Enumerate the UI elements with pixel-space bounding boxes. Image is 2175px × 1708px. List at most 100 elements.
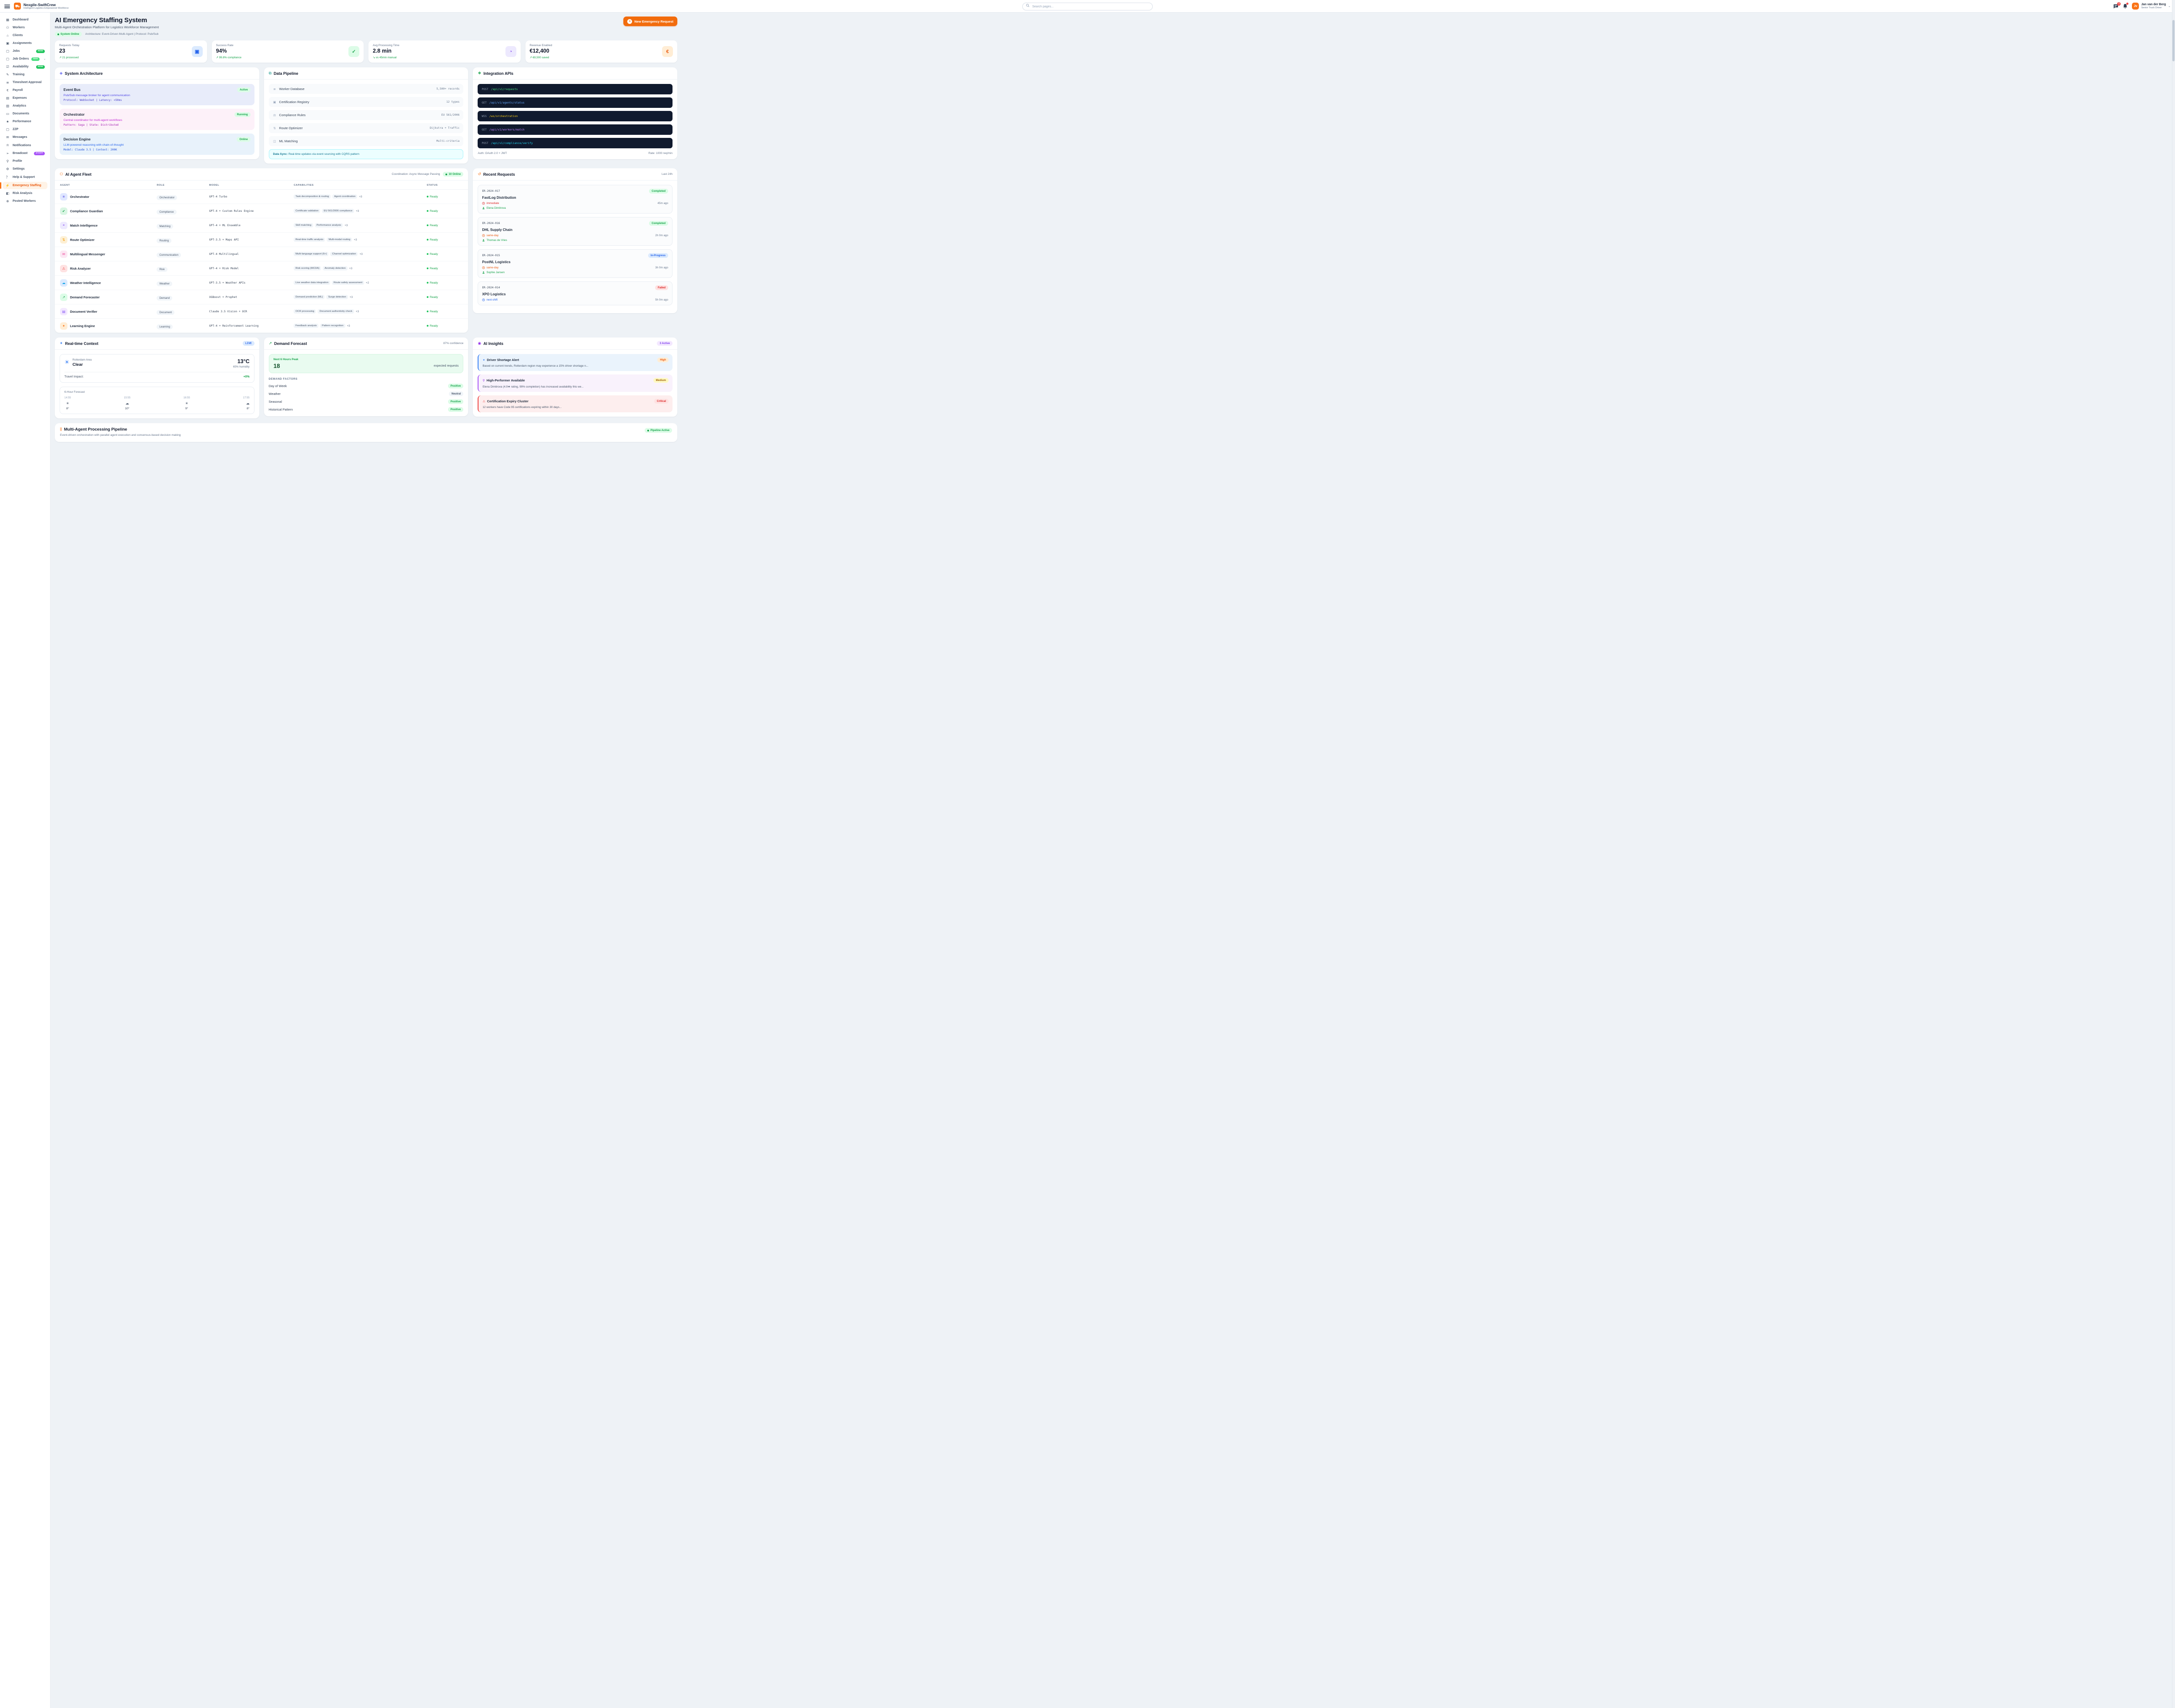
- sidebar-item[interactable]: ⚡ Emergency Staffing: [3, 182, 47, 189]
- insight-text: 12 workers have Code 95 certifications e…: [482, 406, 669, 409]
- sidebar-item[interactable]: ▣ Assignments: [3, 40, 47, 47]
- pipeline-icon: ⧉: [269, 71, 271, 76]
- agent-status: Ready: [427, 324, 463, 328]
- sidebar-item-label: Messages: [13, 136, 27, 139]
- request-id: ER-2024-017: [482, 190, 500, 193]
- insight-item[interactable]: ⚠ Certification Expiry Cluster Critical …: [478, 395, 673, 412]
- sidebar-item-label: Performance: [13, 120, 31, 123]
- agent-role-pill: Document: [157, 310, 174, 315]
- clock-icon: [482, 202, 485, 205]
- agent-row[interactable]: ▤ Document Verifier Document Claude 3.5 …: [55, 304, 468, 319]
- capability-chip: Performance analysis: [315, 223, 343, 227]
- capability-more: +2: [366, 281, 369, 284]
- agent-row[interactable]: ⇅ Route Optimizer Routing GPT-3.5 + Maps…: [55, 233, 468, 247]
- sidebar-item[interactable]: ✎ Training: [3, 71, 47, 78]
- insight-title: Certification Expiry Cluster: [487, 399, 529, 403]
- agent-model: GPT-4 Turbo: [209, 195, 294, 198]
- agent-row[interactable]: ✉ Multilingual Messenger Communication G…: [55, 247, 468, 261]
- user-menu[interactable]: Jv Jan van der Berg Senior Truck Driver …: [2132, 3, 2171, 10]
- peak-unit: expected requests: [434, 364, 458, 368]
- agent-row[interactable]: ✔ Compliance Guardian Compliance GPT-4 +…: [55, 204, 468, 218]
- agent-row[interactable]: ☁ Weather Intelligence Weather GPT-3.5 +…: [55, 276, 468, 290]
- sidebar-item[interactable]: ≣ Timesheet Approval: [3, 79, 47, 86]
- agent-status: Ready: [427, 195, 463, 198]
- hamburger-menu-icon[interactable]: [4, 4, 10, 8]
- api-path: /api/v1/requests: [491, 87, 518, 91]
- sidebar-item[interactable]: ▢ ZZP: [3, 126, 47, 133]
- capability-chip: Feedback analysis: [294, 324, 318, 328]
- agent-row[interactable]: ✦ Learning Engine Learning GPT-4 + Reinf…: [55, 319, 468, 333]
- agent-role-pill: Orchestrator: [157, 195, 177, 200]
- sidebar-item[interactable]: ⍾ Notifications: [3, 141, 47, 149]
- sidebar-item[interactable]: ⚇ Workers: [3, 24, 47, 31]
- sidebar-item[interactable]: ▦ Dashboard: [3, 16, 47, 23]
- weather-glyph-icon: ☀: [64, 401, 71, 405]
- agent-status: Ready: [427, 224, 463, 227]
- capability-chip: Live weather data integration: [294, 281, 330, 285]
- insight-item[interactable]: ⚲ High-Performer Available Medium Elena …: [478, 374, 673, 392]
- sidebar-item[interactable]: ▢ Job Orders New ⌄: [3, 55, 47, 63]
- request-card[interactable]: ER-2024-017 Completed FastLog Distributi…: [478, 185, 673, 214]
- pipeline-row-label: ML Matching: [279, 139, 298, 143]
- factor-value-pill: Positive: [448, 384, 464, 388]
- sidebar-item[interactable]: ☑ Availability NEW: [3, 63, 47, 70]
- plus-icon: +: [627, 19, 632, 24]
- stat-icon: ✓: [348, 46, 359, 57]
- sidebar-item[interactable]: ⚙ Settings: [3, 165, 47, 173]
- weather-temp: 13°C: [233, 358, 250, 364]
- sidebar-item[interactable]: ▢ Jobs NEW: [3, 47, 47, 55]
- demand-factor-row: Weather Neutral: [269, 391, 464, 396]
- agent-name: Learning Engine: [70, 324, 95, 328]
- sidebar-item[interactable]: ？ Help & Support: [3, 173, 47, 181]
- agent-icon: ⇅: [60, 236, 67, 244]
- sidebar-item[interactable]: ▭ Documents: [3, 110, 47, 117]
- agent-row[interactable]: ⚠ Risk Analyzer Risk GPT-4 + Risk Model …: [55, 261, 468, 276]
- sidebar-item[interactable]: ⚲ Profile: [3, 157, 47, 165]
- api-endpoint-row: GET /api/v1/agents/status: [478, 97, 673, 108]
- confidence-note: 87% confidence: [443, 342, 463, 345]
- request-time: 3h 0m ago: [655, 266, 668, 269]
- sidebar-item[interactable]: ⊕ Posted Workers: [3, 197, 47, 205]
- sidebar-item[interactable]: ✉ Messages: [3, 134, 47, 141]
- agent-row[interactable]: ✳ Orchestrator Orchestrator GPT-4 Turbo …: [55, 190, 468, 204]
- new-emergency-request-button[interactable]: + New Emergency Request: [623, 17, 677, 26]
- ai-insights-card: ◉ AI Insights 3 Active ✦ Driver Shortage…: [473, 338, 677, 417]
- sidebar-item-icon: ☑: [5, 65, 10, 69]
- sidebar-item[interactable]: ➢ Broadcast STAFF: [3, 150, 47, 157]
- page-subtitle: Multi-Agent Orchestration Platform for L…: [55, 25, 159, 29]
- capability-chip: Task decomposition & routing: [294, 194, 331, 199]
- request-card[interactable]: ER-2024-015 In-Progress PostNL Logistics…: [478, 249, 673, 278]
- sidebar-item[interactable]: ◧ Risk Analysis: [3, 190, 47, 197]
- sidebar-item-icon: ⚡: [5, 184, 10, 187]
- agent-icon: ✉: [60, 251, 67, 258]
- brand-logo-truck-icon: [14, 3, 21, 10]
- agent-name: Orchestrator: [70, 195, 89, 199]
- sidebar-item[interactable]: ▤ Expenses: [3, 94, 47, 102]
- messages-button[interactable]: 3: [2113, 4, 2118, 9]
- pipeline-row-icon: ◫: [273, 140, 277, 143]
- weather-glyph-icon: ☁: [243, 401, 250, 405]
- api-endpoint-row: POST /api/v1/compliance/verify: [478, 138, 673, 148]
- search-input[interactable]: [1022, 3, 1153, 10]
- request-card[interactable]: ER-2024-016 Completed DHL Supply Chain s…: [478, 217, 673, 246]
- clock-icon: [482, 266, 485, 269]
- scrollbar-track[interactable]: [2172, 0, 2175, 1708]
- capability-more: +3: [345, 224, 348, 227]
- agent-row[interactable]: ↗ Demand Forecaster Demand XGBoost + Pro…: [55, 290, 468, 304]
- pipeline-row-label: Route Optimizer: [279, 126, 303, 130]
- pipeline-row: ⚖ Compliance Rules EU 561/2006: [269, 110, 464, 120]
- notifications-button[interactable]: [2123, 3, 2128, 9]
- insight-item[interactable]: ✦ Driver Shortage Alert High Based on cu…: [478, 354, 673, 371]
- sidebar-item[interactable]: ★ Performance: [3, 118, 47, 125]
- sidebar-item[interactable]: € Payroll: [3, 87, 47, 94]
- sidebar-item[interactable]: ⌂ Clients: [3, 32, 47, 39]
- sidebar-item-icon: ▢: [5, 49, 10, 53]
- agent-row[interactable]: ⌖ Match Intelligence Matching GPT-4 + ML…: [55, 218, 468, 233]
- coordination-note: Coordination: Async Message Passing: [392, 173, 440, 176]
- insight-severity-badge: High: [657, 358, 669, 362]
- architecture-item: Event Bus Active Pub/Sub message broker …: [60, 84, 254, 105]
- scrollbar-thumb[interactable]: [2172, 20, 2175, 61]
- forecast-label: 6-Hour Forecast: [64, 391, 250, 394]
- sidebar-item[interactable]: ▥ Analytics: [3, 102, 47, 110]
- request-card[interactable]: ER-2024-014 Failed XPO Logistics next-sh…: [478, 281, 673, 305]
